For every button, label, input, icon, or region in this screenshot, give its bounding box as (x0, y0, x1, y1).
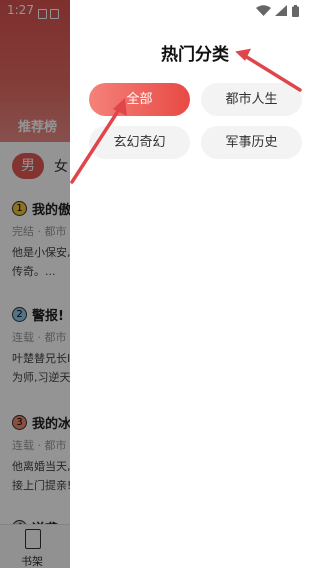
wifi-icon (256, 5, 271, 16)
category-all[interactable]: 全部 (89, 83, 190, 116)
category-urban-life[interactable]: 都市人生 (201, 83, 302, 116)
drawer-title: 热门分类 (161, 45, 229, 65)
category-fantasy[interactable]: 玄幻奇幻 (89, 126, 190, 159)
battery-icon (292, 5, 299, 17)
category-drawer: 热门分类 全部 都市人生 玄幻奇幻 军事历史 (70, 0, 320, 568)
signal-icon (275, 5, 287, 16)
category-military-history[interactable]: 军事历史 (201, 126, 302, 159)
status-icons (256, 3, 312, 17)
